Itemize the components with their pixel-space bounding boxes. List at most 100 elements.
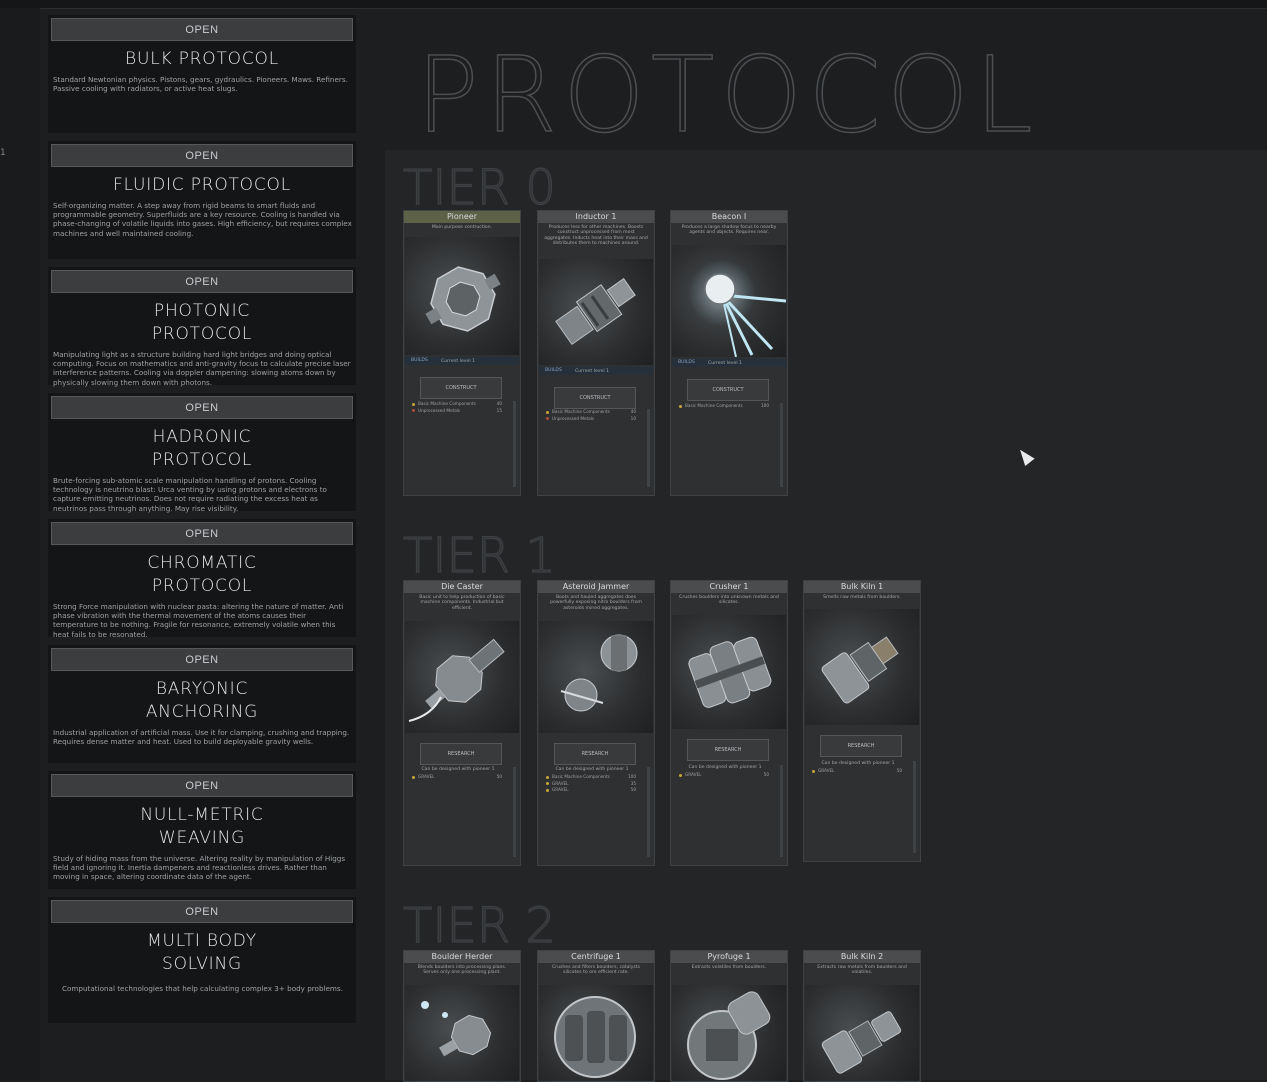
tech-card-bulk-kiln-2[interactable]: Bulk Kiln 2 Extracts raw metals from bou… [803,950,921,1082]
research-button[interactable]: RESEARCH [554,743,636,765]
tech-card-die-caster[interactable]: Die Caster Basic unit to help production… [403,580,521,866]
resource-dot-icon [546,782,549,785]
cost-value: 100 [761,403,769,408]
cost-list: Basic Machine Components 100 [679,403,769,410]
tech-card-asteroid-jammer[interactable]: Asteroid Jammer Boots and hauled aggrega… [537,580,655,866]
card-name: Crusher 1 [671,581,787,593]
card-description: Crushes and filters boulders, catalysts … [551,965,641,976]
resource-dot-icon [546,788,549,792]
construct-button[interactable]: CONSTRUCT [420,377,502,399]
card-description: Extracts volatiles from boulders. [691,965,767,970]
cost-value: 10 [630,415,636,421]
card-level-info: Can be designed with pioneer 1 [555,767,629,772]
tech-card-crusher-1[interactable]: Crusher 1 Crushes boulders into unknown … [670,580,788,866]
resource-dot-icon [679,773,682,777]
resource-dot-icon [412,409,415,412]
page-title: PROTOCOL [415,33,1039,157]
cost-list: Basic Machine Components 40 Unprocessed M… [412,401,502,414]
card-description: Extracts raw metals from boulders and vo… [817,965,907,976]
research-button[interactable]: RESEARCH [820,735,902,757]
card-name: Pioneer [404,211,520,223]
open-button[interactable]: OPEN [51,648,353,671]
card-level-info: Current level 1 [440,359,476,364]
card-level-info: Can be designed with pioneer 1 [821,761,895,766]
tech-card-inductor-1[interactable]: Inductor 1 Produces less for other machi… [537,210,655,496]
card-description: Basic unit to help production of basic m… [419,595,505,611]
construct-button[interactable]: CONSTRUCT [687,379,769,401]
protocol-panel-baryonic: OPEN BARYONIC ANCHORING Industrial appli… [48,645,356,763]
card-level-info: Current level 1 [707,361,743,366]
protocol-panel-hadronic: OPEN HADRONIC PROTOCOL Brute-forcing sub… [48,393,356,513]
protocol-panel-bulk: OPEN BULK PROTOCOL Standard Newtonian ph… [48,15,356,133]
card-scrollbar[interactable] [780,403,783,487]
open-button[interactable]: OPEN [51,900,353,923]
resource-dot-icon [812,769,815,773]
resource-dot-icon [412,402,415,406]
card-name: Pyrofuge 1 [671,951,787,963]
tier-label: TIER 2 [402,897,556,954]
pioneer-image [405,237,519,355]
tier-label: TIER 0 [402,159,556,216]
pyrofuge-image [672,985,786,1081]
cost-label: GRAVEL [418,774,435,779]
cost-row: GRAVEL 50 [812,768,902,775]
crusher-image [672,615,786,729]
cost-label: GRAVEL [685,772,702,777]
protocol-title: BULK PROTOCOL [125,49,279,69]
card-scrollbar[interactable] [913,761,916,853]
protocol-panel-chromatic: OPEN CHROMATIC PROTOCOL Strong Force man… [48,519,356,639]
resource-dot-icon [546,410,549,414]
beacon-image [672,245,786,357]
protocol-panel-photonic: OPEN PHOTONIC PROTOCOL Manipulating ligh… [48,267,356,387]
card-scrollbar[interactable] [780,765,783,857]
protocol-title: BARYONIC ANCHORING [145,679,259,722]
cost-row: Unprocessed Metals 15 [412,408,502,415]
tech-card-beacon-1[interactable]: Beacon I Produces a large shadow focus t… [670,210,788,496]
research-button[interactable]: RESEARCH [420,743,502,765]
tech-card-boulder-herder[interactable]: Boulder Herder Blends boulders into proc… [403,950,521,1082]
card-scrollbar[interactable] [513,401,516,487]
protocol-panel-null-metric: OPEN NULL-METRIC WEAVING Study of hiding… [48,771,356,889]
protocol-description: Brute-forcing sub-atomic scale manipulat… [53,476,327,513]
card-scrollbar[interactable] [513,767,516,857]
card-scrollbar[interactable] [647,409,650,487]
card-description: Produces less for other machines. Boosts… [544,225,648,247]
card-name: Boulder Herder [404,951,520,963]
research-button[interactable]: RESEARCH [687,739,769,761]
protocol-description: Self-organizing matter. A step away from… [53,201,352,238]
protocol-description: Study of hiding mass from the universe. … [53,854,346,882]
cost-value: 50 [496,774,502,779]
cost-label: GRAVEL [552,780,569,786]
protocol-description: Standard Newtonian physics. Pistons, gea… [53,75,348,94]
cost-label: GRAVEL [552,787,569,792]
card-name: Die Caster [404,581,520,593]
card-level-info: Can be designed with pioneer 1 [688,765,762,770]
cost-label: Basic Machine Components [685,403,743,408]
open-button[interactable]: OPEN [51,774,353,797]
bulk-kiln-image [805,609,919,725]
tech-card-pioneer[interactable]: Pioneer Main purpose contruction. BUILDS… [403,210,521,496]
construct-button[interactable]: CONSTRUCT [554,387,636,409]
inductor-image [539,259,653,365]
tech-card-centrifuge-1[interactable]: Centrifuge 1 Crushes and filters boulder… [537,950,655,1082]
open-button[interactable]: OPEN [51,270,353,293]
open-button[interactable]: OPEN [51,144,353,167]
asteroid-jammer-image [539,621,653,733]
open-button[interactable]: OPEN [51,396,353,419]
card-name: Asteroid Jammer [538,581,654,593]
protocol-title: PHOTONIC PROTOCOL [151,301,253,344]
protocol-panel-multi-body: OPEN MULTI BODY SOLVING Computational te… [48,897,356,1023]
protocol-title: FLUIDIC PROTOCOL [113,175,291,195]
open-button[interactable]: OPEN [51,522,353,545]
tier-label: TIER 1 [402,527,556,584]
card-scrollbar[interactable] [647,767,650,857]
cost-value: 50 [630,787,636,792]
open-button[interactable]: OPEN [51,18,353,41]
cost-label: GRAVEL [818,768,835,773]
cost-row: GRAVEL 50 [412,774,502,781]
tech-card-bulk-kiln-1[interactable]: Bulk Kiln 1 Smelts raw metals from bould… [803,580,921,862]
resource-dot-icon [412,775,415,779]
tech-card-pyrofuge-1[interactable]: Pyrofuge 1 Extracts volatiles from bould… [670,950,788,1082]
left-edge-marker: 1 [0,148,6,158]
protocol-sidebar: OPEN BULK PROTOCOL Standard Newtonian ph… [44,12,360,1080]
